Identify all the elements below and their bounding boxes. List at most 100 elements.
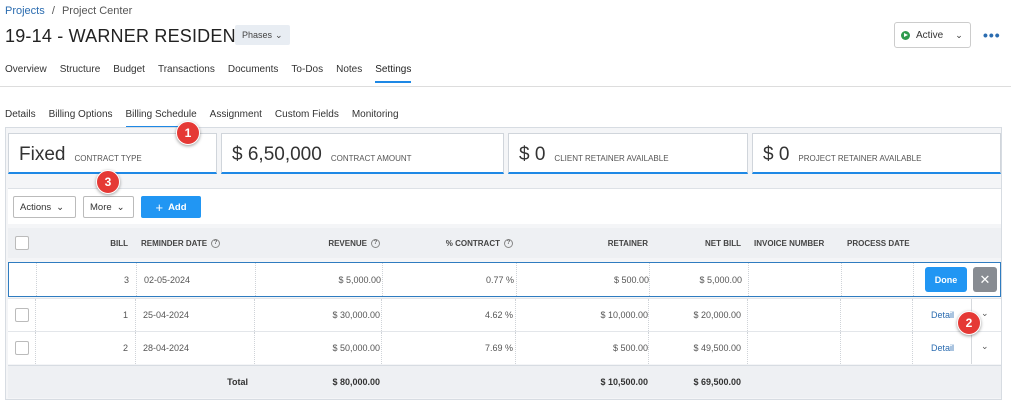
phases-dropdown[interactable]: Phases ⌄ — [235, 25, 290, 45]
billing-schedule-panel: Fixed CONTRACT TYPE $ 6,50,000 CONTRACT … — [5, 127, 1002, 400]
page-title: 19-14 - WARNER RESIDENCE — [5, 26, 262, 46]
row-checkbox[interactable] — [15, 308, 29, 322]
cell-pct-contract: 4.62 % — [484, 310, 513, 320]
reminder-date-input[interactable]: 02-05-2024 — [144, 263, 254, 296]
cell-revenue: $ 30,000.00 — [332, 310, 380, 320]
kpi-label: CONTRACT TYPE — [74, 154, 142, 163]
kpi-value: Fixed — [19, 144, 66, 165]
total-label: Total — [227, 377, 248, 387]
retainer-input[interactable]: $ 500.00 — [523, 263, 649, 296]
cell-revenue: $ 50,000.00 — [332, 343, 380, 353]
header-retainer[interactable]: RETAINER — [522, 228, 648, 258]
breadcrumb: Projects / Project Center — [5, 5, 132, 17]
done-button[interactable]: Done — [925, 267, 967, 292]
tab-documents[interactable]: Documents — [228, 64, 279, 83]
subtab-custom-fields[interactable]: Custom Fields — [275, 109, 339, 128]
cell-bill: 2 — [122, 343, 128, 353]
total-net-bill: $ 69,500.00 — [693, 377, 741, 387]
cell-retainer: $ 500.00 — [612, 343, 648, 353]
tab-todos[interactable]: To-Dos — [291, 64, 323, 83]
tab-notes[interactable]: Notes — [336, 64, 362, 83]
header-pct-contract[interactable]: % CONTRACT ? — [388, 228, 513, 258]
main-tabs: Overview Structure Budget Transactions D… — [5, 64, 424, 83]
phases-label: Phases — [242, 30, 273, 40]
table-row: 2 28-04-2024 $ 50,000.00 7.69 % $ 500.00… — [8, 331, 1001, 364]
table-toolbar: Actions ⌄ More ⌄ + Add — [8, 188, 1001, 224]
header-invoice-number[interactable]: INVOICE NUMBER — [754, 228, 844, 258]
net-bill-input[interactable]: $ 5,000.00 — [654, 263, 742, 296]
status-label: Active — [916, 29, 944, 41]
chevron-down-icon[interactable]: ⌄ — [981, 341, 989, 352]
cell-net-bill: $ 20,000.00 — [693, 310, 741, 320]
chevron-down-icon: ⌄ — [275, 29, 283, 40]
callout-badge: 2 — [957, 311, 981, 335]
help-icon[interactable]: ? — [504, 238, 513, 248]
kpi-value: $ 6,50,000 — [232, 144, 322, 165]
breadcrumb-current: Project Center — [61, 5, 133, 17]
header-bill[interactable]: BILL — [36, 228, 128, 258]
breadcrumb-projects-link[interactable]: Projects — [5, 5, 45, 17]
table-row: 1 25-04-2024 $ 30,000.00 4.62 % $ 10,000… — [8, 298, 1001, 331]
tab-structure[interactable]: Structure — [60, 64, 101, 83]
cell-retainer: $ 10,000.00 — [600, 310, 648, 320]
subtab-monitoring[interactable]: Monitoring — [352, 109, 399, 128]
tab-overview[interactable]: Overview — [5, 64, 47, 83]
chevron-down-icon: ⌄ — [955, 29, 963, 40]
cell-reminder-date: 25-04-2024 — [143, 310, 190, 320]
kpi-project-retainer: $ 0 PROJECT RETAINER AVAILABLE — [752, 133, 1001, 174]
kpi-client-retainer: $ 0 CLIENT RETAINER AVAILABLE — [508, 133, 748, 174]
plus-icon: + — [155, 199, 164, 215]
tab-settings[interactable]: Settings — [375, 64, 412, 83]
subtab-assignment[interactable]: Assignment — [210, 109, 262, 128]
detail-link[interactable]: Detail — [931, 310, 954, 320]
revenue-input[interactable]: $ 5,000.00 — [262, 263, 381, 296]
header-process-date[interactable]: PROCESS DATE — [847, 228, 927, 258]
kpi-contract-amount: $ 6,50,000 CONTRACT AMOUNT — [221, 133, 504, 174]
tabs-divider — [0, 86, 1011, 87]
add-button[interactable]: + Add — [141, 196, 201, 218]
table-total-row: Total $ 80,000.00 $ 10,500.00 $ 69,500.0… — [8, 365, 1001, 398]
cell-reminder-date: 28-04-2024 — [143, 343, 190, 353]
tab-budget[interactable]: Budget — [113, 64, 145, 83]
pct-contract-input[interactable]: 0.77 % — [389, 263, 514, 296]
breadcrumb-separator: / — [51, 5, 55, 17]
cell-pct-contract: 7.69 % — [484, 343, 513, 353]
actions-dropdown[interactable]: Actions ⌄ — [13, 196, 76, 218]
play-status-icon — [901, 30, 910, 40]
chevron-down-icon[interactable]: ⌄ — [981, 308, 989, 319]
kpi-label: CONTRACT AMOUNT — [330, 154, 412, 163]
table-row-editing: 3 02-05-2024 $ 5,000.00 0.77 % $ 500.00 … — [8, 262, 1001, 297]
actions-label: Actions — [20, 201, 52, 213]
help-icon[interactable]: ? — [211, 238, 221, 248]
kpi-label: CLIENT RETAINER AVAILABLE — [554, 154, 669, 163]
chevron-down-icon: ⌄ — [56, 201, 65, 213]
chevron-down-icon: ⌄ — [116, 201, 125, 213]
header-pct-contract-label: % CONTRACT — [445, 238, 500, 248]
kpi-value: $ 0 — [519, 144, 546, 165]
header-revenue[interactable]: REVENUE ? — [261, 228, 380, 258]
cell-bill: 1 — [122, 310, 128, 320]
add-label: Add — [168, 201, 187, 213]
more-dropdown[interactable]: More ⌄ — [83, 196, 134, 218]
row-checkbox[interactable] — [15, 341, 29, 355]
kpi-label: PROJECT RETAINER AVAILABLE — [798, 154, 922, 163]
more-options-icon[interactable]: ••• — [983, 27, 1001, 43]
header-revenue-label: REVENUE — [328, 238, 367, 248]
help-icon[interactable]: ? — [371, 238, 380, 248]
detail-link[interactable]: Detail — [931, 343, 954, 353]
subtab-details[interactable]: Details — [5, 109, 36, 128]
header-net-bill[interactable]: NET BILL — [653, 228, 741, 258]
cancel-icon[interactable]: ✕ — [973, 267, 997, 292]
select-all-checkbox[interactable] — [15, 236, 29, 250]
settings-subtabs: Details Billing Options Billing Schedule… — [5, 109, 412, 128]
tab-transactions[interactable]: Transactions — [158, 64, 215, 83]
callout-badge: 1 — [176, 121, 200, 145]
table-header: BILL REMINDER DATE ? REVENUE ? % CONTRAC… — [8, 228, 1001, 258]
status-dropdown[interactable]: Active ⌄ — [894, 22, 971, 48]
header-reminder-date[interactable]: REMINDER DATE ? — [141, 228, 261, 258]
total-retainer: $ 10,500.00 — [600, 377, 648, 387]
kpi-value: $ 0 — [763, 144, 790, 165]
subtab-billing-options[interactable]: Billing Options — [49, 109, 113, 128]
bill-input[interactable]: 3 — [37, 263, 129, 296]
cell-net-bill: $ 49,500.00 — [693, 343, 741, 353]
